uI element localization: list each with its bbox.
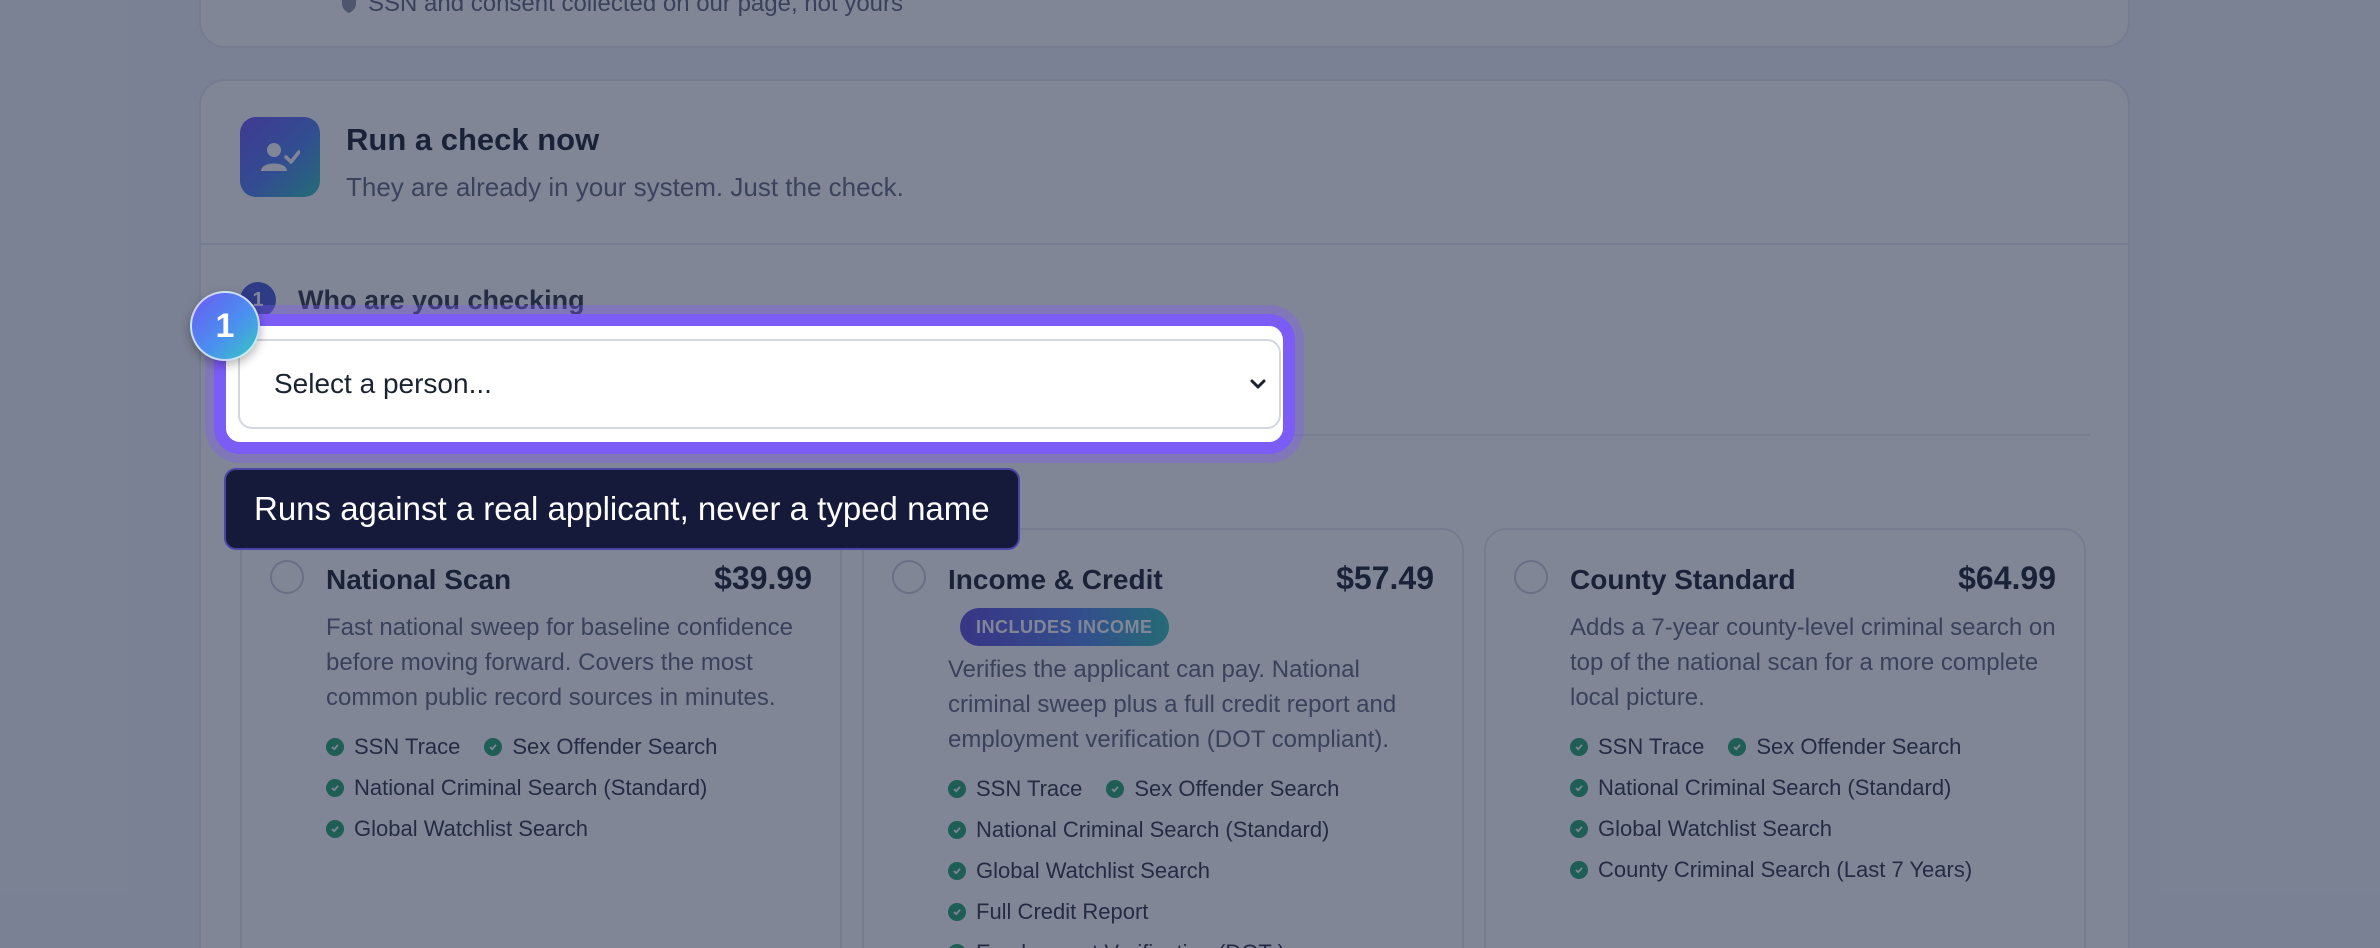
card-subtitle: They are already in your system. Just th… xyxy=(346,172,904,202)
feature-item: County Criminal Search (Last 7 Years) xyxy=(1570,857,1972,883)
feature-item: Employment Verification (DOT ) xyxy=(948,940,1285,948)
check-icon xyxy=(1570,778,1588,797)
plan-price: $64.99 xyxy=(1958,560,2056,596)
plan-radio[interactable] xyxy=(1514,560,1548,594)
plan-name: Income & Credit xyxy=(948,564,1163,595)
feature-list: SSN Trace Sex Offender Search National C… xyxy=(1570,726,1972,890)
step-label: Who are you checking xyxy=(298,285,585,315)
check-icon xyxy=(1570,819,1588,838)
plan-card-income-credit[interactable]: Income & Credit $57.49 INCLUDES INCOME V… xyxy=(862,528,1464,948)
shield-icon xyxy=(342,0,356,13)
check-icon xyxy=(948,902,966,921)
feature-list: SSN Trace Sex Offender Search National C… xyxy=(326,726,717,849)
feature-item: SSN Trace xyxy=(326,734,460,760)
plan-card-county-standard[interactable]: County Standard $64.99 Adds a 7-year cou… xyxy=(1484,528,2086,948)
user-check-icon xyxy=(240,117,320,197)
divider xyxy=(1282,434,2090,436)
feature-item: Global Watchlist Search xyxy=(948,858,1210,884)
consent-note: SSN and consent collected on our page, n… xyxy=(340,0,903,18)
person-select[interactable]: Select a person... xyxy=(238,339,1281,429)
tour-tooltip: Runs against a real applicant, never a t… xyxy=(224,468,1020,550)
plan-description: Fast national sweep for baseline confide… xyxy=(326,614,793,711)
consent-note-text: SSN and consent collected on our page, n… xyxy=(368,0,904,17)
person-select-value: Select a person... xyxy=(274,368,492,399)
plan-radio[interactable] xyxy=(270,560,304,594)
feature-item: SSN Trace xyxy=(948,776,1082,802)
plan-card-national-scan[interactable]: National Scan $39.99 Fast national sweep… xyxy=(240,528,842,948)
feature-item: Full Credit Report xyxy=(948,899,1148,925)
plan-price: $57.49 xyxy=(1336,560,1434,596)
check-icon xyxy=(1106,779,1125,798)
feature-item: National Criminal Search (Standard) xyxy=(326,775,707,801)
check-icon xyxy=(948,943,966,948)
plan-name: County Standard xyxy=(1570,564,1796,595)
plan-description: Adds a 7-year county-level criminal sear… xyxy=(1570,614,2056,711)
card-title: Run a check now xyxy=(346,122,600,157)
check-icon xyxy=(484,737,503,756)
feature-item: National Criminal Search (Standard) xyxy=(1570,775,1951,801)
feature-item: Global Watchlist Search xyxy=(1570,816,1832,842)
includes-income-badge: INCLUDES INCOME xyxy=(960,608,1169,646)
feature-item: National Criminal Search (Standard) xyxy=(948,817,1329,843)
chevron-down-icon xyxy=(1250,379,1266,389)
feature-item: Sex Offender Search xyxy=(484,734,717,760)
check-icon xyxy=(1570,860,1588,879)
check-icon xyxy=(326,819,344,838)
check-icon xyxy=(326,737,344,756)
divider xyxy=(201,243,2128,245)
plan-name: National Scan xyxy=(326,564,512,595)
plan-price: $39.99 xyxy=(714,560,812,596)
plan-description: Verifies the applicant can pay. National… xyxy=(948,656,1397,753)
feature-item: Sex Offender Search xyxy=(1106,776,1339,802)
check-icon xyxy=(1728,737,1747,756)
check-icon xyxy=(948,779,966,798)
feature-item: Global Watchlist Search xyxy=(326,816,588,842)
feature-list: SSN Trace Sex Offender Search National C… xyxy=(948,768,1339,948)
tour-step-badge: 1 xyxy=(190,291,260,361)
feature-item: SSN Trace xyxy=(1570,734,1704,760)
plan-radio[interactable] xyxy=(892,560,926,594)
check-icon xyxy=(326,778,344,797)
check-icon xyxy=(1570,737,1588,756)
check-icon xyxy=(948,861,966,880)
feature-item: Sex Offender Search xyxy=(1728,734,1961,760)
check-icon xyxy=(948,820,966,839)
